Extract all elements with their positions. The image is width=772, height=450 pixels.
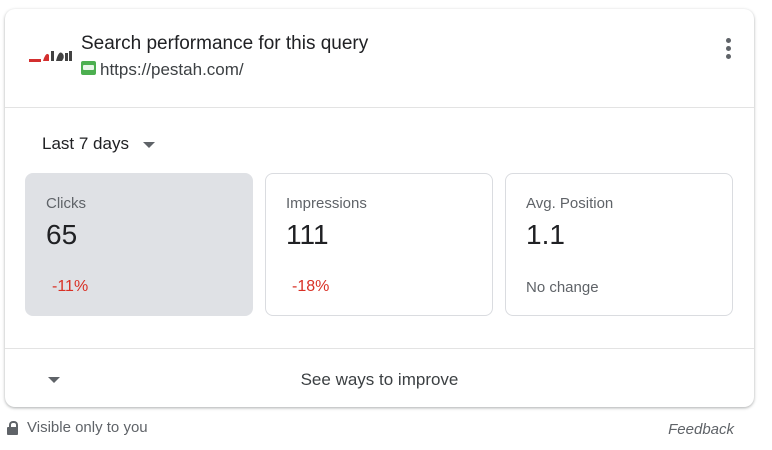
caret-down-icon [142,142,155,148]
metric-change: No change [526,279,599,296]
metric-impressions-card[interactable]: Impressions 111 -18% [265,173,493,316]
site-logo-icon [29,51,72,62]
feedback-link[interactable]: Feedback [668,421,734,438]
see-ways-to-improve-button[interactable]: See ways to improve [5,348,754,407]
more-vert-icon [726,38,731,43]
metric-label: Impressions [286,195,367,212]
site-favicon-icon [81,61,96,75]
metric-clicks-card[interactable]: Clicks 65 -11% [25,173,253,316]
metric-value: 1.1 [526,219,565,250]
visibility-note: Visible only to you [7,419,148,436]
metric-change: -18% [292,278,330,295]
metric-label: Clicks [46,195,86,212]
card-header: Search performance for this query https:… [5,9,754,108]
lock-icon [7,420,18,435]
visibility-text: Visible only to you [27,419,148,436]
date-range-label: Last 7 days [42,134,129,153]
metric-change: -11% [52,278,89,295]
search-performance-card: Search performance for this query https:… [5,9,754,407]
more-options-button[interactable] [718,35,738,61]
date-range-dropdown[interactable]: Last 7 days [42,132,155,156]
see-ways-to-improve-label: See ways to improve [300,370,459,389]
metric-value: 111 [286,219,329,250]
card-title: Search performance for this query [81,33,369,54]
metric-label: Avg. Position [526,195,614,212]
metric-value: 65 [46,219,78,250]
site-url[interactable]: https://pestah.com/ [100,60,244,80]
metric-avg-position-card[interactable]: Avg. Position 1.1 No change [505,173,733,316]
